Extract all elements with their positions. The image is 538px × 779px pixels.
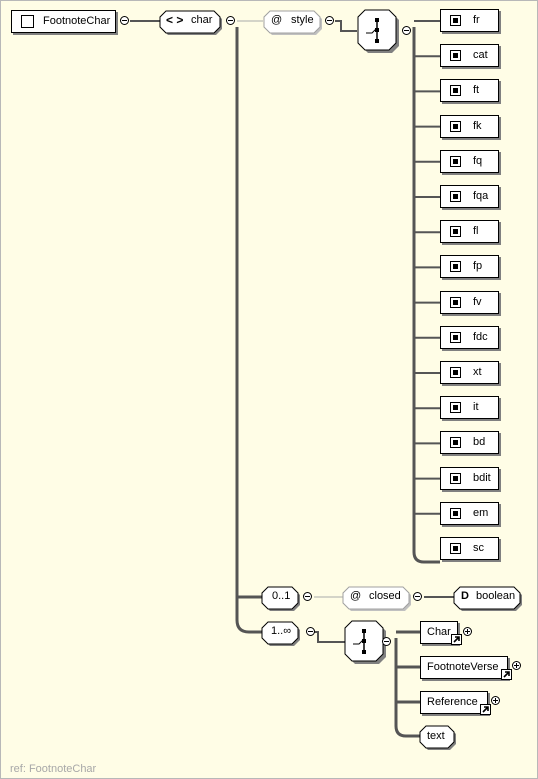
collapse-root-toggle[interactable] bbox=[120, 16, 129, 25]
footnoteverse-ref-label: FootnoteVerse bbox=[427, 661, 499, 673]
style-value-node[interactable]: fr bbox=[440, 9, 499, 32]
complex-type-icon: < > bbox=[166, 13, 184, 27]
element-icon bbox=[450, 191, 461, 202]
element-icon bbox=[450, 15, 461, 26]
style-value-label: fk bbox=[473, 119, 482, 132]
collapse-char-toggle[interactable] bbox=[226, 16, 235, 25]
style-attribute-label: style bbox=[291, 14, 314, 26]
element-icon bbox=[450, 120, 461, 132]
reference-ref-node[interactable]: Reference bbox=[420, 691, 488, 714]
style-value-node[interactable]: bd bbox=[440, 431, 499, 455]
collapse-closed-toggle[interactable] bbox=[413, 592, 422, 601]
style-value-node[interactable]: fdc bbox=[440, 325, 499, 349]
style-value-label: bdit bbox=[473, 471, 491, 484]
element-icon bbox=[450, 367, 461, 378]
element-icon bbox=[450, 261, 461, 273]
style-value-label: fl bbox=[473, 225, 479, 238]
element-icon bbox=[450, 155, 461, 167]
datatype-d-icon: D bbox=[461, 590, 469, 602]
element-icon bbox=[450, 226, 461, 238]
style-value-label: ft bbox=[473, 84, 480, 97]
collapse-style-toggle[interactable] bbox=[325, 16, 334, 25]
text-node-label: text bbox=[427, 730, 445, 742]
style-value-label: em bbox=[473, 506, 489, 519]
char-group-label: char bbox=[191, 14, 213, 26]
element-icon bbox=[450, 296, 461, 308]
expand-char-toggle[interactable] bbox=[463, 627, 472, 636]
style-value-node[interactable]: fp bbox=[440, 255, 499, 279]
style-value-node[interactable]: sc bbox=[440, 537, 499, 560]
style-value-node[interactable]: cat bbox=[440, 44, 499, 68]
style-value-node[interactable]: em bbox=[440, 501, 499, 525]
attribute-at-icon: @ bbox=[350, 590, 362, 602]
style-value-node[interactable]: ft bbox=[440, 79, 499, 103]
style-value-node[interactable]: xt bbox=[440, 361, 499, 384]
cardinality-1-inf-label: 1..∞ bbox=[271, 625, 292, 637]
reference-arrow-icon bbox=[451, 634, 462, 645]
element-icon bbox=[21, 15, 34, 28]
element-icon bbox=[450, 402, 461, 414]
collapse-content-choice-toggle[interactable] bbox=[382, 637, 391, 646]
style-value-label: fq bbox=[473, 154, 483, 167]
style-value-label: fp bbox=[473, 260, 483, 273]
ref-caption: ref: FootnoteChar bbox=[10, 763, 97, 775]
footnoteverse-ref-node[interactable]: FootnoteVerse bbox=[420, 656, 508, 679]
collapse-closed-branch-toggle[interactable] bbox=[303, 592, 312, 601]
element-icon bbox=[450, 507, 461, 519]
root-element-label: FootnoteChar bbox=[43, 15, 111, 27]
style-value-node[interactable]: bdit bbox=[440, 466, 499, 490]
style-value-node[interactable]: fv bbox=[440, 290, 499, 314]
style-value-label: sc bbox=[473, 542, 484, 554]
style-value-label: fqa bbox=[473, 190, 489, 202]
attribute-at-icon: @ bbox=[271, 14, 283, 26]
element-icon bbox=[450, 543, 461, 554]
reference-arrow-icon bbox=[480, 704, 491, 715]
root-element-node[interactable]: FootnoteChar bbox=[11, 10, 116, 33]
style-value-label: bd bbox=[473, 436, 486, 449]
element-icon bbox=[450, 85, 461, 97]
expand-footnoteverse-toggle[interactable] bbox=[512, 661, 521, 670]
style-value-label: fdc bbox=[473, 330, 488, 343]
style-value-label: xt bbox=[473, 366, 482, 378]
style-value-node[interactable]: fqa bbox=[440, 185, 499, 208]
element-icon bbox=[450, 472, 461, 484]
style-value-label: fr bbox=[473, 14, 480, 26]
char-ref-label: Char bbox=[427, 626, 451, 638]
element-icon bbox=[450, 437, 461, 449]
element-icon bbox=[450, 50, 461, 62]
style-value-node[interactable]: fk bbox=[440, 114, 499, 138]
closed-attribute-label: closed bbox=[369, 590, 401, 602]
choice-icon[interactable] bbox=[356, 9, 402, 54]
style-value-label: fv bbox=[473, 295, 482, 308]
element-icon bbox=[450, 331, 461, 343]
style-value-label: cat bbox=[473, 49, 488, 62]
cardinality-0-1-label: 0..1 bbox=[272, 590, 291, 602]
collapse-choice-toggle[interactable] bbox=[402, 26, 411, 35]
style-value-node[interactable]: fl bbox=[440, 220, 499, 244]
boolean-type-label: boolean bbox=[476, 590, 516, 602]
reference-ref-label: Reference bbox=[427, 696, 478, 708]
style-value-node[interactable]: fq bbox=[440, 149, 499, 173]
style-value-node[interactable]: it bbox=[440, 396, 499, 420]
collapse-content-branch-toggle[interactable] bbox=[306, 627, 315, 636]
reference-arrow-icon bbox=[501, 669, 512, 680]
expand-reference-toggle[interactable] bbox=[491, 696, 500, 705]
style-value-label: it bbox=[473, 401, 479, 414]
